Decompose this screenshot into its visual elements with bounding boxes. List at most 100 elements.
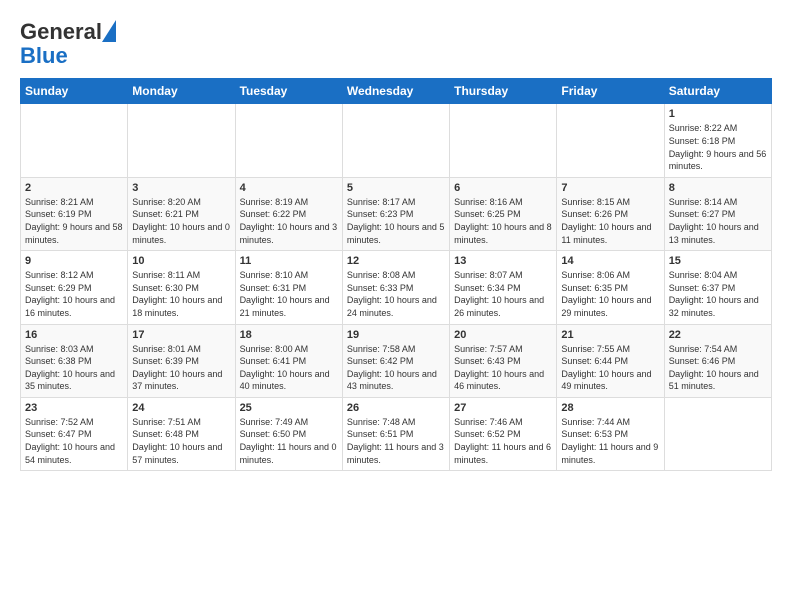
- header-tuesday: Tuesday: [235, 79, 342, 104]
- calendar-cell: 14 Sunrise: 8:06 AM Sunset: 6:35 PM Dayli…: [557, 251, 664, 324]
- calendar-cell: 9 Sunrise: 8:12 AM Sunset: 6:29 PM Daylig…: [21, 251, 128, 324]
- calendar-cell: 13 Sunrise: 8:07 AM Sunset: 6:34 PM Dayli…: [450, 251, 557, 324]
- calendar-cell: 25Sunrise: 7:49 AM Sunset: 6:50 PM Dayli…: [235, 397, 342, 470]
- calendar-cell: 4 Sunrise: 8:19 AM Sunset: 6:22 PM Daylig…: [235, 177, 342, 250]
- day-info: Sunrise: 8:04 AM Sunset: 6:37 PM Dayligh…: [669, 269, 767, 319]
- calendar-cell: [450, 104, 557, 177]
- day-info: Sunrise: 7:58 AM Sunset: 6:42 PM Dayligh…: [347, 343, 445, 393]
- calendar-week-2: 9 Sunrise: 8:12 AM Sunset: 6:29 PM Daylig…: [21, 251, 772, 324]
- day-number: 8: [669, 182, 767, 194]
- logo-text-general: General: [20, 20, 102, 44]
- calendar-cell: 23 Sunrise: 7:52 AM Sunset: 6:47 PM Dayli…: [21, 397, 128, 470]
- day-number: 15: [669, 255, 767, 267]
- day-info: Sunrise: 7:54 AM Sunset: 6:46 PM Dayligh…: [669, 343, 767, 393]
- day-number: 27: [454, 402, 552, 414]
- day-number: 14: [561, 255, 659, 267]
- day-number: 3: [132, 182, 230, 194]
- calendar-week-0: 1 Sunrise: 8:22 AM Sunset: 6:18 PM Daylig…: [21, 104, 772, 177]
- logo-text-blue: Blue: [20, 44, 68, 68]
- day-number: 5: [347, 182, 445, 194]
- day-info: Sunrise: 7:52 AM Sunset: 6:47 PM Dayligh…: [25, 416, 123, 466]
- day-info: Sunrise: 8:08 AM Sunset: 6:33 PM Dayligh…: [347, 269, 445, 319]
- day-info: Sunrise: 7:55 AM Sunset: 6:44 PM Dayligh…: [561, 343, 659, 393]
- day-info: Sunrise: 7:57 AM Sunset: 6:43 PM Dayligh…: [454, 343, 552, 393]
- day-number: 24: [132, 402, 230, 414]
- day-info: Sunrise: 8:00 AM Sunset: 6:41 PM Dayligh…: [240, 343, 338, 393]
- day-number: 12: [347, 255, 445, 267]
- calendar-week-1: 2 Sunrise: 8:21 AM Sunset: 6:19 PM Daylig…: [21, 177, 772, 250]
- day-info: Sunrise: 7:51 AM Sunset: 6:48 PM Dayligh…: [132, 416, 230, 466]
- day-number: 4: [240, 182, 338, 194]
- day-info: Sunrise: 8:17 AM Sunset: 6:23 PM Dayligh…: [347, 196, 445, 246]
- day-info: Sunrise: 7:48 AM Sunset: 6:51 PM Dayligh…: [347, 416, 445, 466]
- day-info: Sunrise: 7:49 AM Sunset: 6:50 PM Dayligh…: [240, 416, 338, 466]
- header-saturday: Saturday: [664, 79, 771, 104]
- calendar-cell: 27 Sunrise: 7:46 AM Sunset: 6:52 PM Dayli…: [450, 397, 557, 470]
- day-info: Sunrise: 7:44 AM Sunset: 6:53 PM Dayligh…: [561, 416, 659, 466]
- calendar-cell: 2 Sunrise: 8:21 AM Sunset: 6:19 PM Daylig…: [21, 177, 128, 250]
- calendar-cell: [128, 104, 235, 177]
- calendar-cell: 1 Sunrise: 8:22 AM Sunset: 6:18 PM Daylig…: [664, 104, 771, 177]
- calendar-cell: 16 Sunrise: 8:03 AM Sunset: 6:38 PM Dayli…: [21, 324, 128, 397]
- day-info: Sunrise: 8:14 AM Sunset: 6:27 PM Dayligh…: [669, 196, 767, 246]
- day-number: 26: [347, 402, 445, 414]
- day-number: 19: [347, 329, 445, 341]
- header-wednesday: Wednesday: [342, 79, 449, 104]
- day-number: 18: [240, 329, 338, 341]
- day-number: 9: [25, 255, 123, 267]
- day-number: 28: [561, 402, 659, 414]
- calendar-cell: 8 Sunrise: 8:14 AM Sunset: 6:27 PM Daylig…: [664, 177, 771, 250]
- calendar-cell: [342, 104, 449, 177]
- calendar-cell: 5 Sunrise: 8:17 AM Sunset: 6:23 PM Daylig…: [342, 177, 449, 250]
- calendar-cell: [557, 104, 664, 177]
- calendar-cell: 17 Sunrise: 8:01 AM Sunset: 6:39 PM Dayli…: [128, 324, 235, 397]
- calendar-cell: 21Sunrise: 7:55 AM Sunset: 6:44 PM Dayli…: [557, 324, 664, 397]
- day-number: 6: [454, 182, 552, 194]
- day-info: Sunrise: 7:46 AM Sunset: 6:52 PM Dayligh…: [454, 416, 552, 466]
- day-info: Sunrise: 8:11 AM Sunset: 6:30 PM Dayligh…: [132, 269, 230, 319]
- calendar-cell: [664, 397, 771, 470]
- header-thursday: Thursday: [450, 79, 557, 104]
- day-info: Sunrise: 8:12 AM Sunset: 6:29 PM Dayligh…: [25, 269, 123, 319]
- day-number: 11: [240, 255, 338, 267]
- day-number: 23: [25, 402, 123, 414]
- calendar-cell: 24 Sunrise: 7:51 AM Sunset: 6:48 PM Dayli…: [128, 397, 235, 470]
- calendar-header-row: SundayMondayTuesdayWednesdayThursdayFrid…: [21, 79, 772, 104]
- calendar-cell: [21, 104, 128, 177]
- day-info: Sunrise: 8:21 AM Sunset: 6:19 PM Dayligh…: [25, 196, 123, 246]
- calendar-cell: 7 Sunrise: 8:15 AM Sunset: 6:26 PM Daylig…: [557, 177, 664, 250]
- day-number: 20: [454, 329, 552, 341]
- day-info: Sunrise: 8:06 AM Sunset: 6:35 PM Dayligh…: [561, 269, 659, 319]
- calendar-table: SundayMondayTuesdayWednesdayThursdayFrid…: [20, 78, 772, 471]
- day-number: 10: [132, 255, 230, 267]
- header-friday: Friday: [557, 79, 664, 104]
- calendar-week-3: 16 Sunrise: 8:03 AM Sunset: 6:38 PM Dayli…: [21, 324, 772, 397]
- logo: General Blue: [20, 20, 116, 68]
- calendar-cell: 10 Sunrise: 8:11 AM Sunset: 6:30 PM Dayli…: [128, 251, 235, 324]
- day-number: 16: [25, 329, 123, 341]
- day-info: Sunrise: 8:20 AM Sunset: 6:21 PM Dayligh…: [132, 196, 230, 246]
- calendar-cell: 28 Sunrise: 7:44 AM Sunset: 6:53 PM Dayli…: [557, 397, 664, 470]
- day-info: Sunrise: 8:15 AM Sunset: 6:26 PM Dayligh…: [561, 196, 659, 246]
- calendar-cell: 6 Sunrise: 8:16 AM Sunset: 6:25 PM Daylig…: [450, 177, 557, 250]
- day-number: 2: [25, 182, 123, 194]
- calendar-cell: 26 Sunrise: 7:48 AM Sunset: 6:51 PM Dayli…: [342, 397, 449, 470]
- day-info: Sunrise: 8:03 AM Sunset: 6:38 PM Dayligh…: [25, 343, 123, 393]
- day-info: Sunrise: 8:07 AM Sunset: 6:34 PM Dayligh…: [454, 269, 552, 319]
- calendar-cell: [235, 104, 342, 177]
- logo-triangle-icon: [102, 20, 116, 42]
- day-number: 13: [454, 255, 552, 267]
- calendar-cell: 3 Sunrise: 8:20 AM Sunset: 6:21 PM Daylig…: [128, 177, 235, 250]
- day-number: 7: [561, 182, 659, 194]
- header-sunday: Sunday: [21, 79, 128, 104]
- calendar-cell: 11Sunrise: 8:10 AM Sunset: 6:31 PM Dayli…: [235, 251, 342, 324]
- calendar-cell: 19 Sunrise: 7:58 AM Sunset: 6:42 PM Dayli…: [342, 324, 449, 397]
- day-info: Sunrise: 8:19 AM Sunset: 6:22 PM Dayligh…: [240, 196, 338, 246]
- day-info: Sunrise: 8:22 AM Sunset: 6:18 PM Dayligh…: [669, 122, 767, 172]
- day-number: 17: [132, 329, 230, 341]
- day-info: Sunrise: 8:16 AM Sunset: 6:25 PM Dayligh…: [454, 196, 552, 246]
- day-info: Sunrise: 8:01 AM Sunset: 6:39 PM Dayligh…: [132, 343, 230, 393]
- header-monday: Monday: [128, 79, 235, 104]
- calendar-cell: 20 Sunrise: 7:57 AM Sunset: 6:43 PM Dayli…: [450, 324, 557, 397]
- day-number: 1: [669, 108, 767, 120]
